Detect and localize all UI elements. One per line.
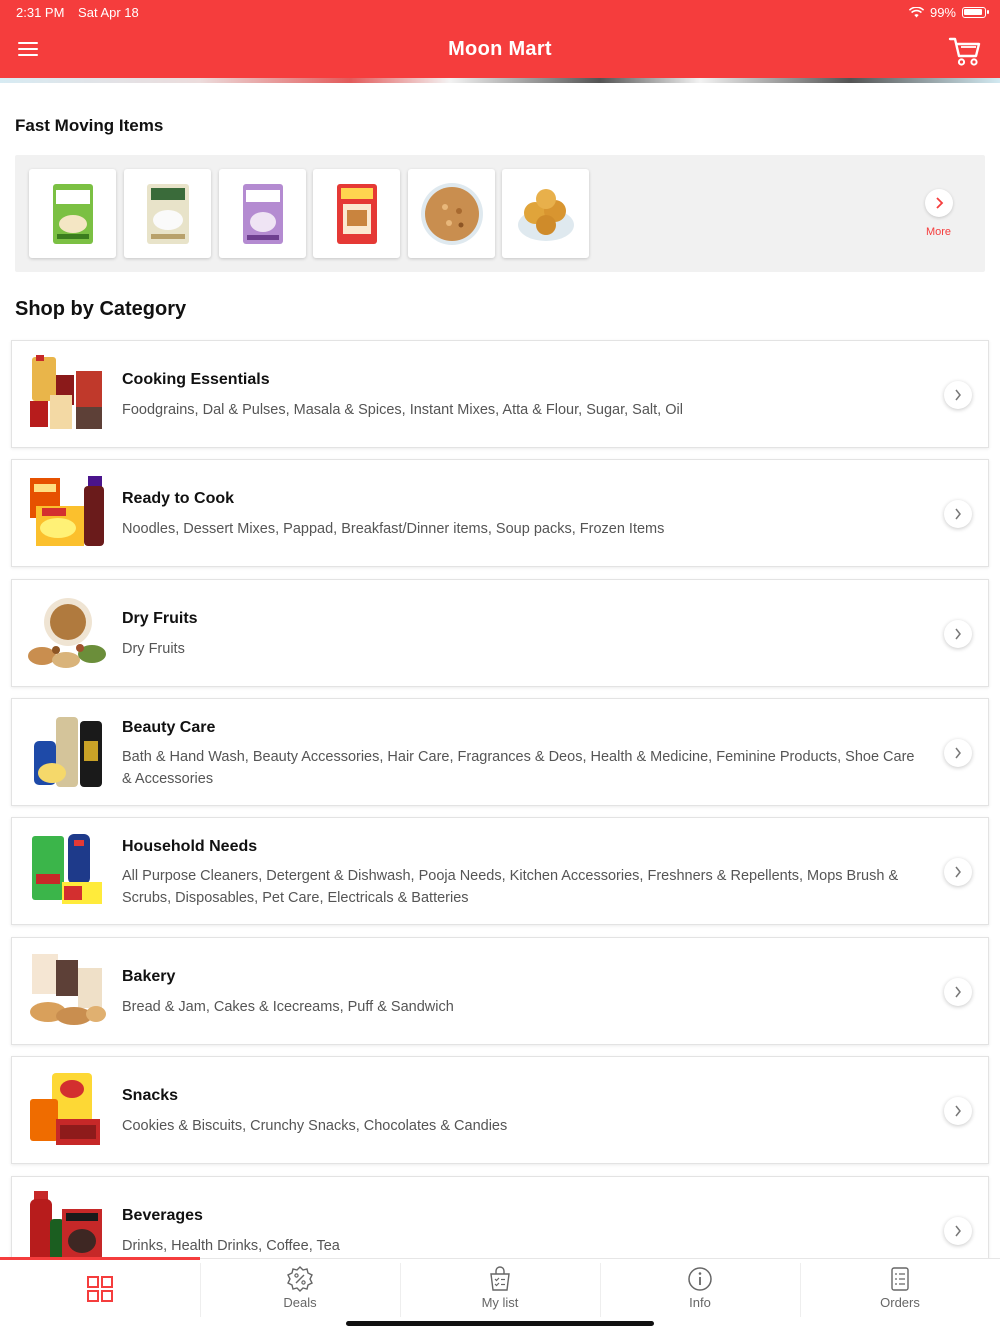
category-card-dry-fruits[interactable]: Dry Fruits Dry Fruits [11,579,989,687]
status-time: 2:31 PM [16,5,65,20]
cart-icon[interactable] [948,34,982,68]
beverages-icon [30,1191,102,1258]
chevron-right-icon [955,389,961,401]
fast-moving-item[interactable] [219,169,306,258]
chevron-right-icon [955,628,961,640]
battery-percent: 99% [929,5,956,20]
category-description: Foodgrains, Dal & Pulses, Masala & Spice… [122,402,683,418]
snacks-icon [30,1073,100,1145]
chevron-right-icon [955,1105,961,1117]
category-description: Cookies & Biscuits, Crunchy Snacks, Choc… [122,1118,508,1134]
fast-moving-item[interactable] [502,169,589,258]
tab-my-list[interactable]: My list [400,1259,600,1319]
chevron-right-icon [955,866,961,878]
category-name: Ready to Cook [122,490,235,507]
fast-moving-item[interactable] [408,169,495,258]
tab-orders[interactable]: Orders [800,1259,1000,1319]
main-content: Fast Moving Items More Shop by Category … [0,83,1000,1258]
chevron-right-icon [936,197,944,209]
category-description: Dry Fruits [122,641,185,657]
household-needs-icon [32,834,102,904]
fast-moving-item[interactable] [29,169,116,258]
tab-label: My list [481,1295,519,1310]
category-arrow-button[interactable] [944,978,972,1006]
category-description: Drinks, Health Drinks, Coffee, Tea [122,1238,340,1254]
status-date: Sat Apr 18 [78,5,139,20]
shopping-list-icon [490,1266,510,1291]
tab-label: Orders [880,1295,920,1310]
wifi-icon [908,7,924,18]
tab-deals[interactable]: Deals [200,1259,400,1319]
dry-fruits-icon [28,598,106,668]
category-description: Noodles, Dessert Mixes, Pappad, Breakfas… [122,521,665,537]
fast-moving-title: Fast Moving Items [15,116,164,135]
fast-moving-carousel[interactable]: More [15,155,985,272]
fast-moving-item[interactable] [313,169,400,258]
home-indicator [346,1321,654,1326]
category-name: Bakery [122,968,176,985]
laddu-bowl-icon [517,188,574,241]
battery-icon [962,7,989,18]
tab-info[interactable]: Info [600,1259,800,1319]
category-name: Beauty Care [122,719,216,736]
more-link[interactable]: More [926,226,951,238]
category-description: All Purpose Cleaners, Detergent & Dishwa… [122,868,899,906]
category-description: Bread & Jam, Cakes & Icecreams, Puff & S… [122,999,454,1015]
category-name: Beverages [122,1207,203,1224]
category-card-cooking-essentials[interactable]: Cooking Essentials Foodgrains, Dal & Pul… [11,340,989,448]
chevron-right-icon [955,1225,961,1237]
mixture-bowl-icon [420,182,483,245]
percent-badge-icon [287,1266,313,1292]
category-name: Snacks [122,1087,179,1104]
chevron-right-icon [955,986,961,998]
category-arrow-button[interactable] [944,858,972,886]
category-description: Bath & Hand Wash, Beauty Accessories, Ha… [122,749,915,787]
status-bar-time: 2:31 PM Sat Apr 18 [16,5,149,20]
category-card-bakery[interactable]: Bakery Bread & Jam, Cakes & Icecreams, P… [11,937,989,1045]
bakery-icon [30,954,106,1025]
tab-label: Info [689,1295,711,1310]
tab-label: Deals [283,1295,317,1310]
chevron-right-icon [955,508,961,520]
status-bar-right: 99% [908,5,989,20]
snack-pack-icon [242,183,283,244]
orders-icon [891,1267,909,1291]
category-name: Household Needs [122,838,258,855]
category-card-beauty-care[interactable]: Beauty Care Bath & Hand Wash, Beauty Acc… [11,698,989,806]
category-arrow-button[interactable] [944,739,972,767]
tab-categories[interactable] [0,1259,200,1319]
category-arrow-button[interactable] [944,500,972,528]
app-title: Moon Mart [448,38,552,60]
masala-pack-icon [336,183,377,244]
grid-icon [87,1276,113,1302]
category-name: Cooking Essentials [122,371,270,388]
fast-moving-item[interactable] [124,169,211,258]
more-arrow-button[interactable] [925,189,953,217]
chevron-right-icon [955,747,961,759]
category-arrow-button[interactable] [944,620,972,648]
ready-to-cook-icon [30,476,104,546]
rice-pack-icon [146,183,189,244]
category-card-household-needs[interactable]: Household Needs All Purpose Cleaners, De… [11,817,989,925]
category-arrow-button[interactable] [944,381,972,409]
category-card-beverages[interactable]: Beverages Drinks, Health Drinks, Coffee,… [11,1176,989,1258]
category-arrow-button[interactable] [944,1097,972,1125]
category-arrow-button[interactable] [944,1217,972,1245]
dosa-mix-pack-icon [52,183,93,244]
cooking-essentials-icon [30,355,102,429]
beauty-care-icon [34,717,102,787]
shop-by-category-title: Shop by Category [15,298,187,320]
info-icon [688,1267,712,1291]
category-name: Dry Fruits [122,610,198,627]
category-card-snacks[interactable]: Snacks Cookies & Biscuits, Crunchy Snack… [11,1056,989,1164]
category-card-ready-to-cook[interactable]: Ready to Cook Noodles, Dessert Mixes, Pa… [11,459,989,567]
app-header: 2:31 PM Sat Apr 18 99% Moon Mart [0,0,1000,78]
